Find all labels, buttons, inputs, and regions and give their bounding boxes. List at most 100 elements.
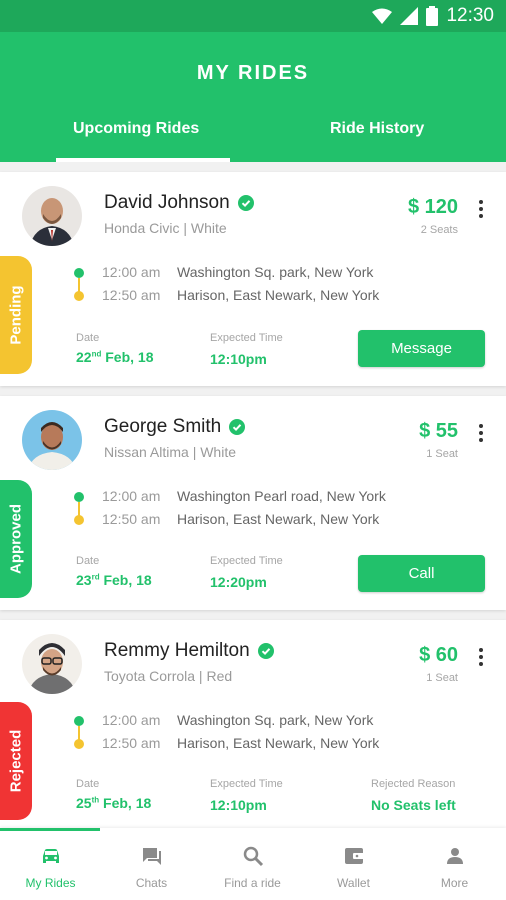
date-rest: Feb, 18 — [101, 349, 154, 365]
battery-icon — [426, 6, 439, 26]
date-label: Date — [76, 332, 100, 344]
page-title: MY RIDES — [196, 62, 310, 84]
nav-item-more[interactable]: More — [404, 828, 505, 900]
route: 12:00 am Washington Sq. park, New York 1… — [74, 712, 474, 762]
status-badge-label: Approved — [7, 503, 25, 575]
car-info: Honda Civic | White — [104, 220, 227, 236]
status-badge-rejected: Rejected — [0, 702, 32, 820]
ride-card[interactable]: Remmy Hemilton Toyota Corrola | Red $ 60… — [0, 620, 506, 830]
car-info: Nissan Altima | White — [104, 444, 237, 460]
dropoff-dot-icon — [74, 739, 84, 749]
date-value: 25th Feb, 18 — [76, 795, 151, 811]
pickup-dot-icon — [74, 492, 84, 502]
more-options-icon[interactable] — [478, 200, 484, 218]
status-badge-label: Pending — [7, 285, 25, 345]
expected-time-value: 12:10pm — [210, 797, 267, 813]
driver-name-row: George Smith — [104, 416, 246, 438]
dropoff-time: 12:50 am — [102, 287, 161, 303]
wallet-icon — [344, 848, 364, 864]
tab-upcoming-rides[interactable]: Upcoming Rides — [73, 120, 199, 138]
more-options-icon[interactable] — [478, 648, 484, 666]
pickup-address: Washington Sq. park, New York — [177, 264, 374, 280]
tab-ride-history[interactable]: Ride History — [330, 120, 424, 138]
dropoff-dot-icon — [74, 291, 84, 301]
date-suffix: nd — [91, 349, 102, 359]
date-value: 22nd Feb, 18 — [76, 349, 154, 365]
status-badge-label: Rejected — [7, 729, 25, 793]
date-label: Date — [76, 555, 100, 567]
seat-count: 1 Seat — [426, 448, 458, 460]
status-bar: 12:30 — [0, 0, 506, 32]
dropoff-address: Harison, East Newark, New York — [177, 287, 380, 303]
seat-count: 2 Seats — [420, 224, 458, 236]
car-icon — [42, 849, 59, 863]
status-time: 12:30 — [446, 5, 494, 26]
pickup-address: Washington Sq. park, New York — [177, 712, 374, 728]
dropoff-time: 12:50 am — [102, 735, 161, 751]
rejected-reason-value: No Seats left — [371, 797, 456, 813]
dropoff-dot-icon — [74, 515, 84, 525]
wifi-icon — [372, 8, 393, 24]
nav-item-find-a-ride[interactable]: Find a ride — [202, 828, 303, 900]
driver-name: Remmy Hemilton — [104, 640, 250, 661]
date-rest: Feb, 18 — [99, 795, 152, 811]
person-icon — [446, 848, 463, 864]
route-line — [78, 502, 80, 516]
call-button[interactable]: Call — [358, 555, 485, 592]
dropoff-time: 12:50 am — [102, 511, 161, 527]
verified-icon — [257, 643, 274, 659]
expected-time-label: Expected Time — [210, 778, 283, 790]
route: 12:00 am Washington Sq. park, New York 1… — [74, 264, 474, 314]
driver-name-row: Remmy Hemilton — [104, 640, 274, 662]
route-line — [78, 726, 80, 740]
date-day: 23 — [76, 572, 92, 588]
verified-icon — [229, 419, 246, 435]
message-button[interactable]: Message — [358, 330, 485, 367]
nav-item-wallet[interactable]: Wallet — [303, 828, 404, 900]
search-icon — [243, 846, 263, 867]
status-badge-pending: Pending — [0, 256, 32, 374]
ride-price: $ 55 — [419, 420, 458, 442]
pickup-time: 12:00 am — [102, 488, 161, 504]
pickup-dot-icon — [74, 268, 84, 278]
rejected-reason-label: Rejected Reason — [371, 778, 456, 790]
nav-item-chats[interactable]: Chats — [101, 828, 202, 900]
status-badge-approved: Approved — [0, 480, 32, 598]
car-info: Toyota Corrola | Red — [104, 668, 233, 684]
driver-name: George Smith — [104, 416, 222, 437]
ride-price: $ 120 — [407, 196, 458, 218]
pickup-time: 12:00 am — [102, 712, 161, 728]
tab-indicator — [56, 158, 230, 162]
date-suffix: rd — [91, 572, 100, 582]
ride-card[interactable]: David Johnson Honda Civic | White $ 120 … — [0, 172, 506, 386]
nav-label: Find a ride — [224, 876, 281, 890]
app-bar: MY RIDES Upcoming Rides Ride History — [0, 32, 506, 162]
ride-price: $ 60 — [419, 644, 458, 666]
expected-time-value: 12:10pm — [210, 351, 267, 367]
route-line — [78, 278, 80, 292]
pickup-time: 12:00 am — [102, 264, 161, 280]
avatar — [22, 634, 82, 694]
nav-item-my-rides[interactable]: My Rides — [0, 828, 101, 900]
date-suffix: th — [91, 795, 100, 805]
driver-name: David Johnson — [104, 192, 230, 213]
driver-name-row: David Johnson — [104, 192, 254, 214]
seat-count: 1 Seat — [426, 672, 458, 684]
nav-label: My Rides — [25, 876, 76, 890]
nav-label: More — [440, 876, 469, 890]
pickup-address: Washington Pearl road, New York — [177, 488, 386, 504]
chat-icon — [142, 848, 161, 865]
expected-time-label: Expected Time — [210, 555, 283, 567]
nav-label: Chats — [135, 876, 168, 890]
route: 12:00 am Washington Pearl road, New York… — [74, 488, 474, 538]
more-options-icon[interactable] — [478, 424, 484, 442]
date-day: 22 — [76, 349, 92, 365]
expected-time-label: Expected Time — [210, 332, 283, 344]
avatar — [22, 186, 82, 246]
nav-label: Wallet — [337, 876, 370, 890]
dropoff-address: Harison, East Newark, New York — [177, 735, 380, 751]
pickup-dot-icon — [74, 716, 84, 726]
signal-icon — [400, 7, 419, 25]
bottom-navigation: My Rides Chats Find a ride Wallet More — [0, 828, 506, 900]
ride-card[interactable]: George Smith Nissan Altima | White $ 55 … — [0, 396, 506, 610]
